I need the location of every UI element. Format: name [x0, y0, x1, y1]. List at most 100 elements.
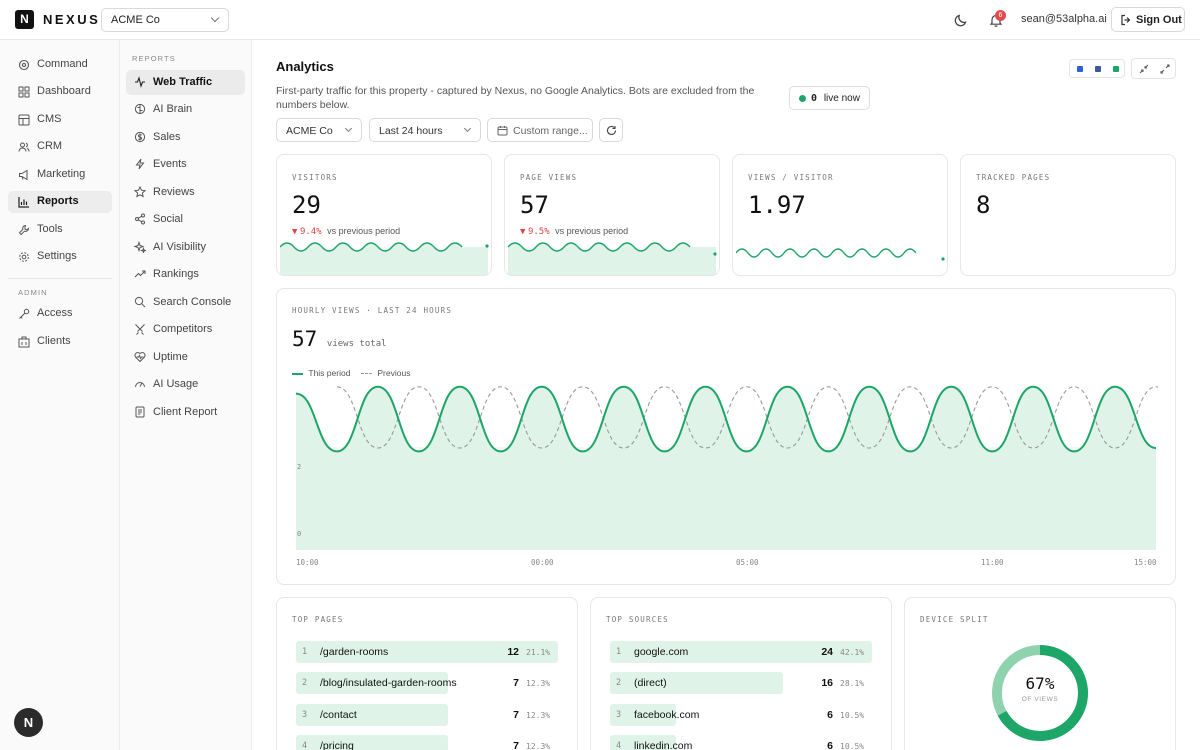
key-icon — [19, 308, 30, 319]
visitors-card: VISITORS 29 ▼ 9.4% vs previous period — [276, 154, 492, 276]
subnav-item-competitors[interactable]: Competitors — [126, 317, 245, 342]
subnav-item-search-console[interactable]: Search Console — [126, 290, 245, 315]
sidebar-item-command[interactable]: Command — [8, 54, 112, 76]
list-item[interactable]: 2 /blog/insulated-garden-rooms 7 12.3% — [296, 672, 558, 694]
moon-icon[interactable] — [953, 12, 969, 28]
subnav-item-label: Social — [153, 213, 183, 225]
row-index: 4 — [302, 741, 308, 750]
subnav-item-web-traffic[interactable]: Web Traffic — [126, 70, 245, 95]
sparkle-icon — [134, 241, 146, 253]
user-email[interactable]: sean@53alpha.ai — [1021, 13, 1107, 25]
refresh-button[interactable] — [599, 118, 623, 142]
visitors-sparkline — [280, 242, 489, 275]
reports-subnav: REPORTS Web Traffic AI Brain Sales Event… — [120, 40, 252, 750]
row-count: 7 — [513, 740, 519, 750]
legend-current-swatch — [292, 372, 303, 375]
x-tick-label: 00:00 — [531, 558, 554, 567]
sidebar-item-cms[interactable]: CMS — [8, 109, 112, 131]
row-count: 6 — [827, 709, 833, 721]
subnav-item-ai-brain[interactable]: AI Brain — [126, 97, 245, 122]
list-item[interactable]: 1 /garden-rooms 12 21.1% — [296, 641, 558, 663]
list-item[interactable]: 3 /contact 7 12.3% — [296, 704, 558, 726]
stat-value: 57 — [520, 191, 549, 219]
row-name: (direct) — [634, 677, 667, 689]
lightning-icon — [135, 158, 145, 170]
stat-delta: ▼ 9.5% vs previous period — [520, 226, 628, 237]
legend-current: This period — [292, 368, 350, 378]
legend-current-label: This period — [308, 368, 351, 378]
legend-previous: Previous — [361, 368, 410, 378]
subnav-item-events[interactable]: Events — [126, 152, 245, 177]
list-item[interactable]: 2 (direct) 16 28.1% — [610, 672, 872, 694]
row-index: 2 — [302, 678, 308, 688]
sidebar-item-dashboard[interactable]: Dashboard — [8, 81, 112, 103]
legend-previous-label: Previous — [377, 368, 411, 378]
row-percent: 12.3% — [526, 742, 551, 750]
x-tick-label: 15:00 — [1134, 558, 1157, 567]
row-count: 6 — [827, 740, 833, 750]
total-suffix: views total — [326, 339, 387, 349]
list-item[interactable]: 3 facebook.com 6 10.5% — [610, 704, 872, 726]
sidebar-item-label: Access — [37, 307, 73, 319]
subnav-item-ai-visibility[interactable]: AI Visibility — [126, 235, 245, 260]
subnav-item-uptime[interactable]: Uptime — [126, 345, 245, 370]
row-index: 2 — [616, 678, 622, 688]
list-item[interactable]: 1 google.com 24 42.1% — [610, 641, 872, 663]
list-item[interactable]: 4 /pricing 7 12.3% — [296, 735, 558, 750]
sidebar-item-crm[interactable]: CRM — [8, 136, 112, 158]
page-views-card: PAGE VIEWS 57 ▼ 9.5% vs previous period — [504, 154, 720, 276]
sidebar-item-marketing[interactable]: Marketing — [8, 164, 112, 186]
subnav-item-label: AI Brain — [153, 103, 193, 115]
list-item[interactable]: 4 linkedin.com 6 10.5% — [610, 735, 872, 750]
live-dot — [799, 95, 806, 102]
subnav-item-sales[interactable]: Sales — [126, 125, 245, 150]
expand-icon[interactable] — [1160, 64, 1170, 74]
sign-out-button[interactable]: Sign Out — [1111, 7, 1185, 32]
range-filter-value: Last 24 hours — [379, 125, 443, 137]
sidebar-item-label: Marketing — [37, 168, 86, 180]
row-count: 7 — [513, 709, 519, 721]
gauge-icon — [135, 382, 145, 388]
swatch-green[interactable] — [1113, 66, 1119, 72]
sidebar-item-label: Dashboard — [37, 85, 91, 97]
row-name: facebook.com — [634, 709, 700, 721]
device-percent-sub: OF VIEWS — [1021, 696, 1059, 703]
swatch-blue[interactable] — [1077, 66, 1083, 72]
card-label: TOP SOURCES — [606, 615, 669, 624]
sidebar-item-access[interactable]: Access — [8, 303, 112, 325]
top-bar: N NEXUS ACME Co 6 sean@53alpha.ai Sign O… — [0, 0, 1200, 40]
sign-out-label: Sign Out — [1136, 14, 1182, 26]
subnav-item-ai-usage[interactable]: AI Usage — [126, 372, 245, 397]
collapse-icon[interactable] — [1139, 64, 1149, 74]
logo[interactable]: N — [15, 10, 34, 29]
hourly-views-chart — [296, 385, 1158, 550]
sidebar-item-label: Reports — [37, 195, 79, 207]
avatar[interactable]: N — [14, 708, 43, 737]
primary-sidebar: Command Dashboard CMS CRM Marketing Repo… — [0, 40, 120, 750]
range-filter[interactable]: Last 24 hours — [369, 118, 481, 142]
admin-section-title: ADMIN — [18, 288, 48, 297]
subnav-item-client-report[interactable]: Client Report — [126, 400, 245, 425]
org-select[interactable]: ACME Co — [101, 8, 229, 32]
subnav-item-reviews[interactable]: Reviews — [126, 180, 245, 205]
row-index: 4 — [616, 741, 622, 750]
subnav-item-social[interactable]: Social — [126, 207, 245, 232]
custom-range-button[interactable]: Custom range... — [487, 118, 593, 142]
row-index: 3 — [616, 710, 622, 720]
brain-icon — [134, 103, 146, 115]
delta-suffix: vs previous period — [555, 226, 629, 236]
sidebar-item-reports[interactable]: Reports — [8, 191, 112, 213]
row-percent: 28.1% — [840, 679, 865, 688]
subnav-item-rankings[interactable]: Rankings — [126, 262, 245, 287]
property-filter[interactable]: ACME Co — [276, 118, 362, 142]
x-tick-label: 11:00 — [981, 558, 1004, 567]
live-label: live now — [823, 93, 860, 104]
series-area-this-period — [296, 386, 1156, 550]
delta-suffix: vs previous period — [327, 226, 401, 236]
tracked-pages-card: TRACKED PAGES 8 — [960, 154, 1176, 276]
sidebar-item-settings[interactable]: Settings — [8, 246, 112, 268]
sidebar-item-tools[interactable]: Tools — [8, 219, 112, 241]
swatch-navy[interactable] — [1095, 66, 1101, 72]
subnav-item-label: Search Console — [153, 296, 232, 308]
sidebar-item-clients[interactable]: Clients — [8, 331, 112, 353]
